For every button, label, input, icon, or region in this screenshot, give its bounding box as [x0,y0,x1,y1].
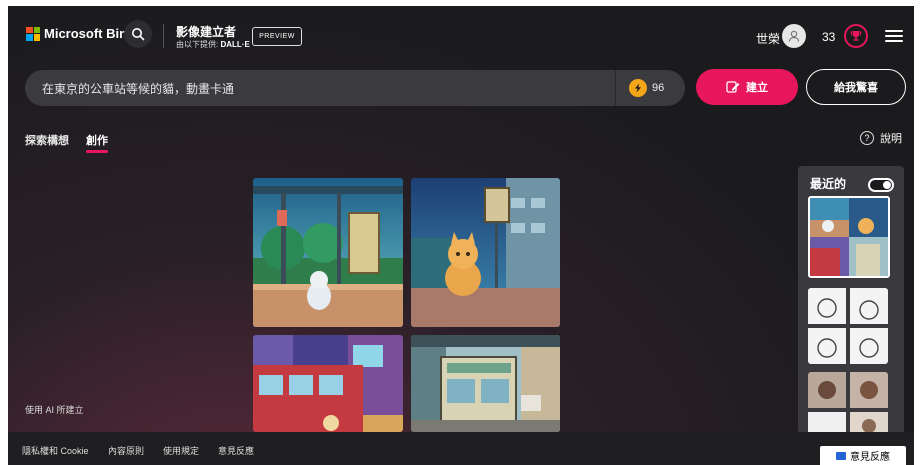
user-avatar[interactable] [782,24,806,48]
boost-count: 96 [652,82,665,94]
create-icon [726,81,740,93]
recent-thumbnail-3[interactable] [808,372,888,434]
trophy-icon [850,31,862,41]
generated-image-1[interactable] [253,178,403,327]
create-label: 建立 [746,82,768,94]
help-icon: ? [860,131,874,145]
boosts-indicator[interactable]: 96 [629,79,664,97]
ai-created-note: 使用 AI 所建立 [25,405,84,415]
menu-icon [885,30,903,32]
microsoft-bing-logo[interactable]: Microsoft Bing [26,26,135,41]
recent-label: 最近的 [810,177,847,191]
help-label: 說明 [880,133,902,145]
generated-image-2[interactable] [411,178,560,327]
user-icon [788,30,800,42]
search-button[interactable] [124,20,152,48]
window-frame-right [914,0,920,465]
reward-points[interactable]: 33 [822,30,835,44]
footer: 隱私權和 Cookie 內容原則 使用規定 意見反應 意見反應 [8,432,914,465]
recent-thumbnail-1[interactable] [808,196,890,278]
surprise-me-button[interactable]: 給我驚喜 [806,69,906,105]
tab-creations[interactable]: 創作 [86,132,108,148]
recent-thumbnail-2[interactable] [808,288,888,364]
brand-name: Microsoft Bing [44,26,135,41]
prompt-bar: 96 [25,70,685,106]
toggle-knob [883,181,891,189]
user-name[interactable]: 世榮 [756,30,780,47]
tab-explore[interactable]: 探索構想 [25,132,69,148]
recent-toggle[interactable] [868,178,894,192]
prompt-divider [615,70,616,106]
recent-panel: 最近的 [798,166,904,434]
create-button[interactable]: 建立 [696,69,798,105]
window-frame-left [0,0,8,465]
generated-image-3[interactable] [253,335,403,432]
feedback-button-label: 意見反應 [850,452,890,463]
footer-link-feedback[interactable]: 意見反應 [218,444,254,457]
preview-badge: PREVIEW [252,27,302,46]
rewards-button[interactable] [844,24,868,48]
footer-link-privacy[interactable]: 隱私權和 Cookie [22,444,89,457]
footer-link-content-policy[interactable]: 內容原則 [108,444,144,457]
search-icon [132,28,145,41]
top-header: Microsoft Bing 影像建立者 由以下提供: DALL·E PREVI… [8,6,914,66]
powered-by: 由以下提供: DALL·E [176,40,250,49]
generated-image-4[interactable] [411,335,560,432]
feedback-button[interactable]: 意見反應 [820,446,906,465]
prompt-input[interactable] [42,79,602,97]
boost-icon [629,79,647,97]
menu-button[interactable] [885,28,903,44]
help-link[interactable]: ? 說明 [860,130,902,146]
feedback-icon [836,451,846,460]
header-divider [163,24,164,48]
footer-link-terms[interactable]: 使用規定 [163,444,199,457]
product-title[interactable]: 影像建立者 [176,23,236,40]
active-tab-indicator [86,150,108,153]
microsoft-logo-icon [26,26,40,41]
